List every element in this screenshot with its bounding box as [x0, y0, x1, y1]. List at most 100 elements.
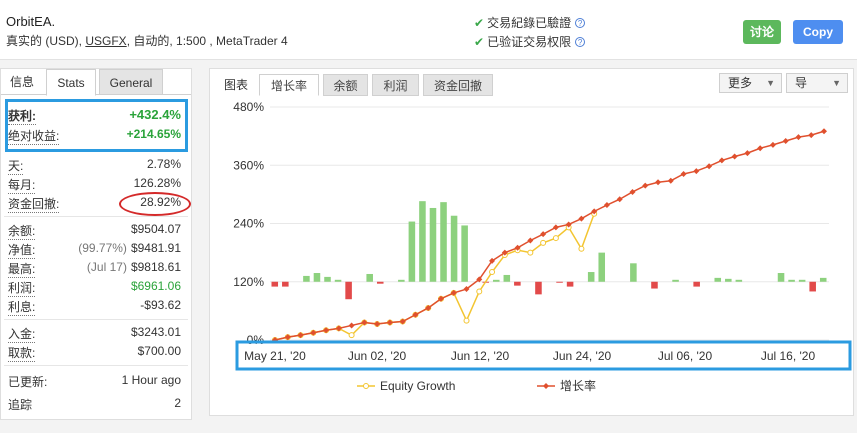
equity-growth-point	[348, 332, 355, 339]
chart-bar	[313, 273, 321, 282]
daily-value: 2.78%	[146, 157, 181, 171]
equity-growth-point	[540, 239, 547, 246]
stat-highest: 最高: (Jul 17) $9818.61	[8, 260, 181, 278]
growth-rate-point	[718, 157, 725, 164]
legend-equity-marker	[363, 383, 369, 389]
updated-label: 已更新:	[8, 375, 48, 389]
divider	[4, 365, 188, 366]
chart-bar	[334, 279, 342, 282]
chart-bar	[566, 281, 574, 287]
chart-bar	[672, 279, 679, 282]
broker-link[interactable]: USGFX	[85, 34, 126, 48]
x-tick-label: Jul 06, '20	[658, 349, 713, 363]
drawdown-annotation-circle	[119, 192, 191, 216]
copy-button[interactable]: Copy	[793, 20, 843, 44]
growth-rate-point	[527, 237, 534, 244]
growth-rate-point	[552, 224, 559, 231]
discuss-button[interactable]: 讨论	[743, 20, 781, 44]
check-icon: ✔	[474, 16, 485, 30]
chart-bar	[535, 281, 542, 295]
growth-rate-point	[680, 170, 687, 177]
growth-rate-point	[795, 134, 802, 141]
tab-profit[interactable]: 利润	[372, 74, 419, 96]
tab-general[interactable]: General	[99, 69, 163, 95]
x-tick-label: Jun 24, '20	[553, 349, 612, 363]
account-details: , 自动的, 1:500 , MetaTrader 4	[126, 34, 288, 48]
daily-label: 天:	[8, 159, 24, 175]
withdrawals-value: $700.00	[137, 344, 181, 358]
growth-rate-point	[578, 215, 585, 222]
chart-bar	[598, 252, 606, 282]
verified-track-label: 交易紀錄已驗證	[487, 16, 572, 30]
withdrawals-label: 取款:	[8, 346, 36, 362]
chart-bar	[651, 281, 658, 289]
tracking-value: 2	[174, 396, 181, 410]
chart-bar	[714, 277, 722, 282]
growth-rate-point	[616, 196, 623, 203]
stat-daily: 天: 2.78%	[8, 157, 181, 175]
highest-date: (Jul 17)	[86, 260, 127, 274]
equity-growth-point	[489, 269, 496, 276]
profit-label: 利润:	[8, 281, 36, 297]
divider	[4, 319, 188, 320]
xaxis-highlight-box	[235, 340, 852, 371]
abs-gain-value: +214.65%	[126, 127, 181, 141]
chart-bar	[345, 281, 352, 300]
help-icon[interactable]: ?	[575, 37, 586, 47]
chart-bar	[398, 279, 405, 282]
chart-bar	[514, 281, 521, 286]
legend-equity-label: Equity Growth	[380, 379, 455, 393]
equity-label: 净值:	[8, 243, 36, 259]
verified-trading-access: ✔ 已验证交易权限?	[474, 33, 586, 50]
stat-deposits: 入金: $3243.01	[8, 325, 181, 343]
tab-drawdown[interactable]: 资金回撤	[423, 74, 493, 96]
profit-value: $6961.06	[130, 279, 181, 293]
deposits-label: 入金:	[8, 327, 36, 343]
account-type: 真实的 (USD),	[6, 34, 82, 48]
growth-rate-point	[629, 188, 636, 195]
tab-stats[interactable]: Stats	[46, 69, 96, 96]
chevron-down-icon: ▼	[832, 78, 841, 88]
tab-info-label: 信息	[9, 75, 34, 89]
growth-rate-point	[782, 137, 789, 144]
help-icon[interactable]: ?	[575, 18, 586, 28]
chart-bar	[693, 281, 700, 287]
equity-value: $9481.91	[130, 241, 181, 255]
chart-svg: 0% 120% 240% 360% 480% May 21, '20 Jun 02, '20…	[233, 100, 852, 393]
chart-bar	[461, 225, 468, 282]
chart-bar	[735, 279, 743, 282]
equity-percent: (99.77%)	[78, 241, 127, 255]
highest-label: 最高:	[8, 262, 36, 278]
stat-balance: 余额: $9504.07	[8, 222, 181, 240]
monthly-value: 126.28%	[133, 176, 181, 190]
equity-growth-point	[552, 235, 559, 242]
chart-bar	[587, 272, 595, 282]
more-dropdown[interactable]: 更多 ▼	[719, 73, 782, 93]
legend-growth-marker	[543, 383, 549, 389]
growth-rate-point	[642, 182, 649, 189]
chart-bar	[788, 279, 795, 282]
legend-growth-label: 增长率	[560, 378, 596, 393]
tab-growth[interactable]: 增长率	[259, 74, 319, 96]
chart-bar	[429, 207, 437, 282]
export-dropdown[interactable]: 导 ▼	[786, 73, 848, 93]
chart-bar	[271, 281, 279, 287]
chart-bar	[492, 279, 500, 282]
y-tick-label: 480%	[233, 100, 264, 114]
x-tick-label: May 21, '20	[244, 349, 306, 363]
chart-bar	[556, 281, 563, 283]
account-subtitle: 真实的 (USD), USGFX, 自动的, 1:500 , MetaTrade…	[6, 32, 288, 49]
tab-balance[interactable]: 余额	[323, 74, 368, 96]
chart-bar	[282, 281, 289, 287]
chart-bar	[408, 221, 416, 282]
monthly-label: 每月:	[8, 178, 36, 194]
growth-rate-point	[731, 153, 738, 160]
growth-rate-point	[603, 202, 610, 209]
chart-bar	[725, 278, 732, 282]
chevron-down-icon: ▼	[766, 78, 775, 88]
equity-growth-point	[578, 245, 585, 252]
stat-abs-gain: 绝对收益: +214.65%	[8, 127, 181, 145]
chart-bar	[809, 281, 816, 292]
chart-bar	[503, 274, 511, 282]
growth-rate-point	[540, 231, 547, 238]
